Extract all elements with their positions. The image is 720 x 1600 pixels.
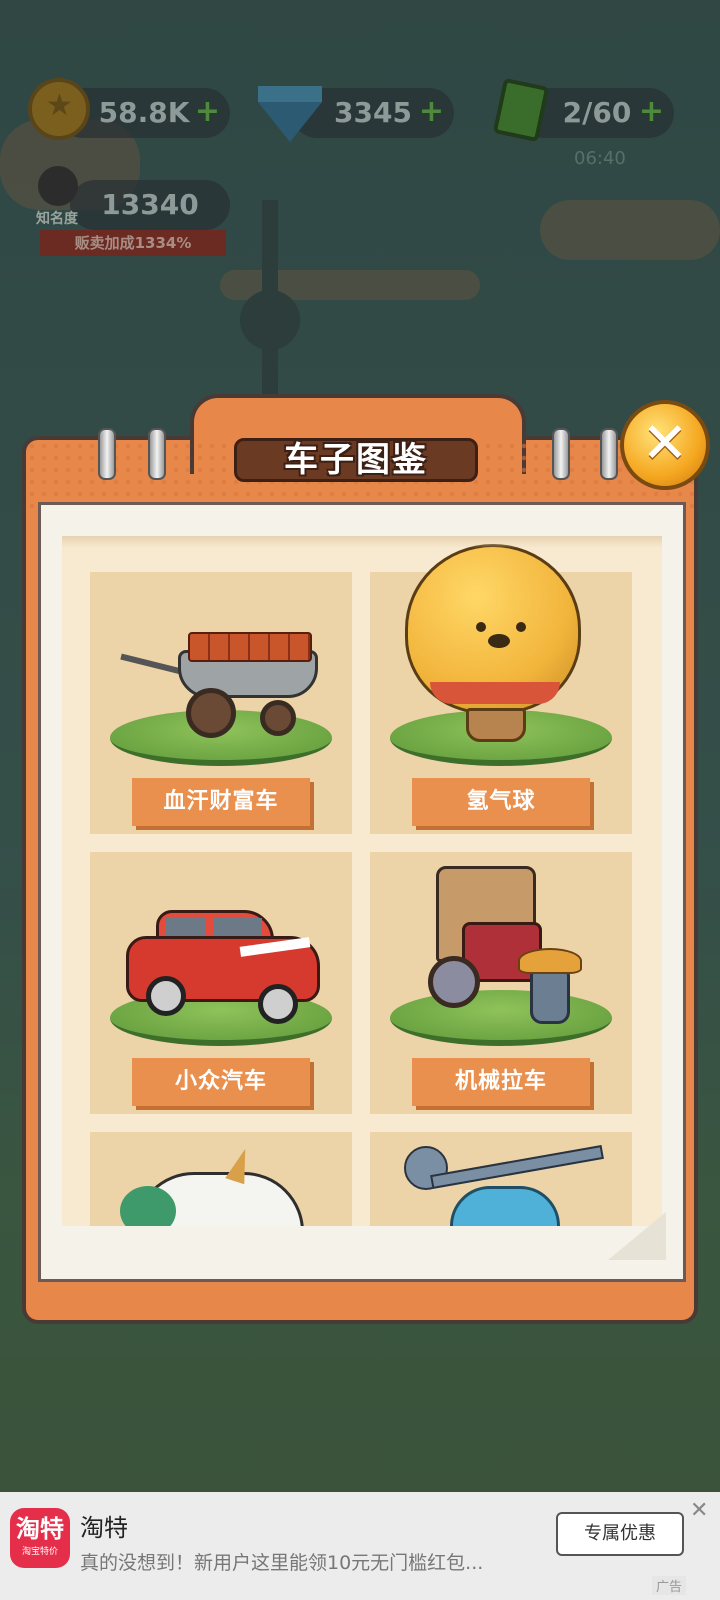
ad-description: 真的没想到！新用户这里能领10元无门槛红包... (80, 1552, 484, 1574)
grass-island (390, 990, 612, 1046)
fame-avatar-icon (38, 166, 78, 206)
binder-ring (600, 428, 618, 480)
energy-timer: 06:40 (574, 148, 626, 169)
collection-card-rickshaw[interactable]: 机械拉车 (370, 852, 632, 1114)
card-label: 氢气球 (412, 778, 590, 826)
collection-card-balloon[interactable]: 氢气球 (370, 544, 632, 834)
ad-logo-subtext: 淘宝特价 (21, 1547, 58, 1557)
ad-logo-text: 淘特 (16, 1515, 64, 1543)
paper-shadow (62, 536, 662, 548)
dialog-title: 车子图鉴 (284, 440, 428, 480)
taote-logo-icon[interactable]: 淘特 淘宝特价 (10, 1508, 70, 1568)
ad-banner[interactable]: 淘特 淘宝特价 淘特 真的没想到！新用户这里能领10元无门槛红包... 专属优惠… (0, 1492, 720, 1600)
ad-close-icon[interactable]: ✕ (690, 1498, 708, 1523)
fame-counter: 13340 (70, 180, 230, 230)
card-label: 血汗财富车 (132, 778, 310, 826)
collection-card-helicopter[interactable] (370, 1132, 632, 1226)
dialog-title-plate: 车子图鉴 (234, 438, 478, 482)
add-gems-plus-icon[interactable]: + (419, 96, 444, 128)
coin-icon (28, 78, 90, 140)
collection-card-unicorn[interactable] (90, 1132, 352, 1226)
add-energy-plus-icon[interactable]: + (639, 96, 664, 128)
binder-ring (148, 428, 166, 480)
ad-exclusive-offer-button[interactable]: 专属优惠 (556, 1512, 684, 1556)
add-coins-plus-icon[interactable]: + (195, 96, 220, 128)
sales-bonus-banner: 贩卖加成1334% (40, 230, 226, 256)
diamond-icon (258, 86, 322, 142)
card-label: 机械拉车 (412, 1058, 590, 1106)
collection-card-wheelbarrow[interactable]: 血汗财富车 (90, 572, 352, 834)
card-label: 小众汽车 (132, 1058, 310, 1106)
fame-value: 13340 (101, 188, 199, 221)
collection-scroll-area[interactable]: 血汗财富车 氢气球 小众汽车 机械拉车 (62, 536, 662, 1226)
close-button[interactable]: ✕ (620, 400, 710, 490)
paper-folded-corner (608, 1212, 666, 1260)
close-icon: ✕ (641, 411, 689, 476)
ad-title: 淘特 (80, 1514, 128, 1542)
ad-tag: 广告 (652, 1576, 687, 1595)
fame-label: 知名度 (36, 211, 78, 227)
collection-card-car[interactable]: 小众汽车 (90, 852, 352, 1114)
binder-ring (552, 428, 570, 480)
binder-ring (98, 428, 116, 480)
